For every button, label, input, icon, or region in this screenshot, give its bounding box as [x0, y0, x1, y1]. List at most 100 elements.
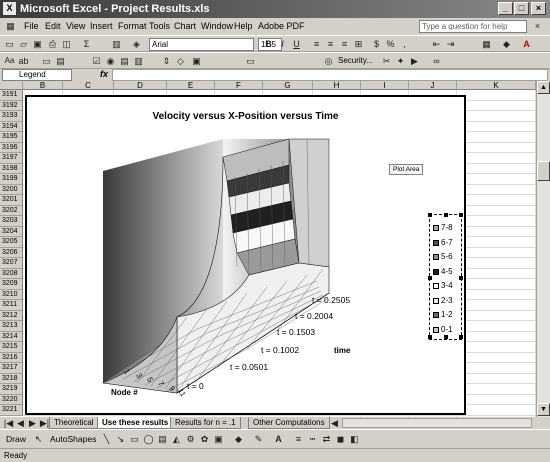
fill-color-icon[interactable]: ◆	[500, 38, 513, 50]
textbox-icon[interactable]: ▤	[156, 433, 169, 445]
align-left-icon[interactable]: ≡	[310, 38, 323, 50]
button-icon[interactable]: ▭	[244, 55, 257, 67]
oval-icon[interactable]: ◯	[142, 433, 155, 445]
security-icon[interactable]: ◎	[322, 55, 335, 67]
row-header[interactable]: 3204	[0, 226, 23, 237]
scroll-up-icon[interactable]: ▲	[537, 81, 550, 94]
tab-use-these-results[interactable]: Use these results	[97, 417, 174, 429]
properties-icon[interactable]: ▣	[190, 55, 203, 67]
row-header[interactable]: 3203	[0, 216, 23, 227]
formula-input[interactable]	[112, 69, 548, 81]
column-header[interactable]: K	[457, 81, 536, 90]
selection-handle[interactable]	[459, 213, 463, 217]
spinner-icon[interactable]: ◇	[174, 55, 187, 67]
column-header[interactable]: C	[63, 81, 114, 90]
row-header[interactable]: 3216	[0, 352, 23, 363]
tools-icon[interactable]: ✦	[394, 55, 407, 67]
percent-icon[interactable]: %	[384, 38, 397, 50]
menu-window[interactable]: Window	[201, 18, 233, 35]
row-header[interactable]: 3194	[0, 121, 23, 132]
close-workbook-icon[interactable]: ×	[531, 20, 544, 32]
row-header[interactable]: 3208	[0, 268, 23, 279]
row-header[interactable]: 3218	[0, 373, 23, 384]
row-header[interactable]: 3217	[0, 363, 23, 374]
select-pointer-icon[interactable]: ↖	[32, 433, 45, 445]
menu-tools[interactable]: Tools	[149, 18, 170, 35]
row-header[interactable]: 3210	[0, 289, 23, 300]
chart-area[interactable]: Velocity versus X-Position versus Time N…	[25, 95, 466, 415]
tab-results-n[interactable]: Results for n = .1	[170, 417, 241, 429]
abl-icon[interactable]: ab	[17, 55, 30, 67]
security-button[interactable]: Security...	[338, 56, 373, 65]
scroll-thumb[interactable]	[537, 161, 550, 181]
borders-icon[interactable]: ▦	[480, 38, 493, 50]
align-center-icon[interactable]: ≡	[324, 38, 337, 50]
row-header[interactable]: 3198	[0, 163, 23, 174]
underline-button[interactable]: U	[290, 38, 303, 50]
legend-item[interactable]: 1-2	[433, 308, 453, 321]
dash-style-icon[interactable]: ┅	[306, 433, 319, 445]
column-header[interactable]: E	[167, 81, 215, 90]
row-header[interactable]: 3206	[0, 247, 23, 258]
checkbox-icon[interactable]: ☑	[90, 55, 103, 67]
print-icon[interactable]: ⎙	[46, 38, 59, 50]
selection-handle[interactable]	[459, 335, 463, 339]
chart-wizard-icon[interactable]: ▥	[110, 38, 123, 50]
diagram-icon[interactable]: ⚙	[184, 433, 197, 445]
align-right-icon[interactable]: ≡	[338, 38, 351, 50]
shadow-icon[interactable]: ◼	[334, 433, 347, 445]
vertical-scrollbar[interactable]: ▲ ▼	[536, 81, 550, 417]
selection-handle[interactable]	[444, 213, 448, 217]
selection-handle[interactable]	[428, 276, 432, 280]
menu-file[interactable]: File	[24, 18, 39, 35]
select-all-corner[interactable]	[0, 81, 23, 90]
column-header[interactable]: H	[313, 81, 361, 90]
combo-icon[interactable]: ▥	[132, 55, 145, 67]
currency-icon[interactable]: $	[370, 38, 383, 50]
legend-item[interactable]: 2-3	[433, 294, 453, 307]
line-style-icon[interactable]: ≡	[292, 433, 305, 445]
scrollbar-icon[interactable]: ⇕	[160, 55, 173, 67]
row-header[interactable]: 3193	[0, 111, 23, 122]
legend-item[interactable]: 3-4	[433, 279, 453, 292]
column-header[interactable]: F	[215, 81, 263, 90]
menu-help[interactable]: Help	[234, 18, 253, 35]
selection-handle[interactable]	[459, 276, 463, 280]
font-color-icon[interactable]: A	[520, 38, 533, 50]
menu-chart[interactable]: Chart	[174, 18, 196, 35]
excel-icon[interactable]: X	[3, 2, 16, 15]
increase-indent-icon[interactable]: ⇥	[444, 38, 457, 50]
tab-other-computations[interactable]: Other Computations	[248, 417, 330, 429]
menu-format[interactable]: Format	[118, 18, 147, 35]
row-header[interactable]: 3220	[0, 394, 23, 405]
column-header[interactable]: B	[23, 81, 63, 90]
3d-icon[interactable]: ◧	[348, 433, 361, 445]
option-icon[interactable]: ◉	[104, 55, 117, 67]
scroll-down-icon[interactable]: ▼	[537, 403, 550, 416]
save-icon[interactable]: ▣	[31, 38, 44, 50]
row-header[interactable]: 3201	[0, 195, 23, 206]
row-header[interactable]: 3213	[0, 321, 23, 332]
form-icon[interactable]: ▭	[40, 55, 53, 67]
preview-icon[interactable]: ◫	[60, 38, 73, 50]
fx-icon[interactable]: fx	[100, 69, 108, 79]
wordart-icon[interactable]: ◭	[170, 433, 183, 445]
label-icon[interactable]: ▤	[54, 55, 67, 67]
picture-icon[interactable]: ▣	[212, 433, 225, 445]
menu-edit[interactable]: Edit	[45, 18, 61, 35]
column-header[interactable]: I	[361, 81, 409, 90]
list-icon[interactable]: ▤	[118, 55, 131, 67]
help-search-input[interactable]: Type a question for help	[419, 20, 527, 33]
row-header[interactable]: 3191	[0, 90, 23, 101]
row-header[interactable]: 3209	[0, 279, 23, 290]
font-color-icon[interactable]: A	[272, 433, 285, 445]
menu-view[interactable]: View	[66, 18, 85, 35]
decrease-indent-icon[interactable]: ⇤	[430, 38, 443, 50]
rectangle-icon[interactable]: ▭	[128, 433, 141, 445]
restore-button[interactable]: □	[514, 2, 529, 15]
menu-adobe-pdf[interactable]: Adobe PDF	[258, 18, 305, 35]
macro-icon[interactable]: ▶	[408, 55, 421, 67]
row-header[interactable]: 3192	[0, 100, 23, 111]
row-header[interactable]: 3205	[0, 237, 23, 248]
selection-handle[interactable]	[444, 335, 448, 339]
